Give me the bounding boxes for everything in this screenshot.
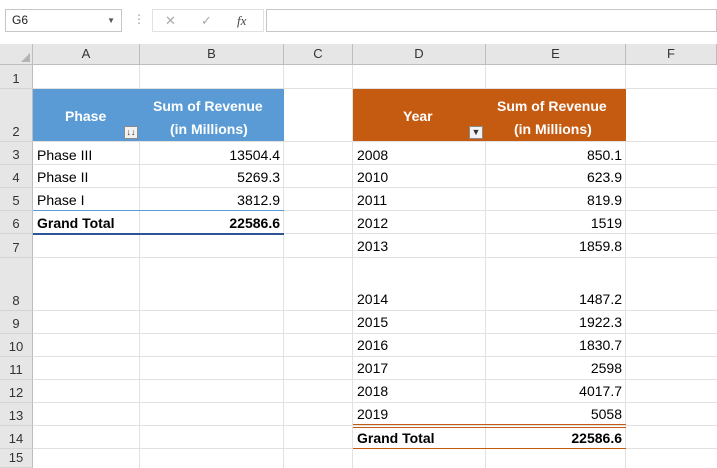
- pivot1-total-value[interactable]: 22586.6: [140, 215, 280, 231]
- row-header-9[interactable]: 9: [0, 311, 33, 334]
- pivot1-row-header[interactable]: Phase: [65, 108, 106, 124]
- pivot2-row-value[interactable]: 623.9: [486, 169, 622, 185]
- pivot2-row-label[interactable]: 2015: [357, 314, 388, 330]
- row-header-2[interactable]: 2: [0, 89, 33, 142]
- gridline: [33, 257, 717, 258]
- pivot1-row-value[interactable]: 13504.4: [140, 147, 280, 163]
- close-icon[interactable]: ✕: [165, 13, 176, 29]
- pivot2-row-value[interactable]: 4017.7: [486, 383, 622, 399]
- check-icon[interactable]: ✓: [201, 13, 212, 29]
- pivot2-row-label[interactable]: 2014: [357, 291, 388, 307]
- pivot2-row-label[interactable]: 2016: [357, 337, 388, 353]
- row-header-12[interactable]: 12: [0, 380, 33, 403]
- select-all-button[interactable]: [0, 44, 33, 65]
- pivot2-row-label[interactable]: 2017: [357, 360, 388, 376]
- pivot2-row-label[interactable]: 2008: [357, 147, 388, 163]
- pivot2-row-value[interactable]: 1830.7: [486, 337, 622, 353]
- column-header-f[interactable]: F: [626, 44, 717, 65]
- row-header-15[interactable]: 15: [0, 449, 33, 468]
- pivot2-row-label[interactable]: 2012: [357, 215, 388, 231]
- row-header-1[interactable]: 1: [0, 65, 33, 89]
- column-header-e[interactable]: E: [486, 44, 626, 65]
- pivot2-total-label[interactable]: Grand Total: [357, 430, 435, 446]
- row-header-5[interactable]: 5: [0, 188, 33, 211]
- row-header-7[interactable]: 7: [0, 234, 33, 258]
- pivot1-row-label[interactable]: Phase I: [37, 192, 84, 208]
- column-header-b[interactable]: B: [140, 44, 284, 65]
- chevron-down-icon[interactable]: ▼: [107, 10, 115, 31]
- row-header-11[interactable]: 11: [0, 357, 33, 380]
- gridline: [33, 187, 717, 188]
- pivot1-row-label[interactable]: Phase II: [37, 169, 88, 185]
- pivot1-row-value[interactable]: 3812.9: [140, 192, 280, 208]
- pivot2-value-header-units: (in Millions): [514, 121, 592, 137]
- pivot2-row-value[interactable]: 2598: [486, 360, 622, 376]
- row-header-4[interactable]: 4: [0, 165, 33, 188]
- dropdown-filter-icon[interactable]: ▼: [469, 126, 483, 139]
- row-header-3[interactable]: 3: [0, 142, 33, 165]
- row-header-8[interactable]: 8: [0, 258, 33, 311]
- formula-bar: G6 ▼ ⋮ ✕ ✓ fx: [0, 0, 717, 44]
- gridline: [33, 333, 717, 334]
- pivot2-total-bottom-border: [353, 448, 626, 449]
- formula-input[interactable]: [266, 9, 717, 32]
- gridline: [33, 141, 717, 142]
- gridline: [33, 164, 717, 165]
- row-header-10[interactable]: 10: [0, 334, 33, 357]
- pivot2-row-value[interactable]: 1922.3: [486, 314, 622, 330]
- pivot2-total-value[interactable]: 22586.6: [486, 430, 622, 446]
- pivot1-value-header: Sum of Revenue: [153, 98, 263, 114]
- insert-function-button[interactable]: fx: [237, 13, 246, 29]
- pivot1-total-top-border: [33, 210, 284, 211]
- gridline: [33, 379, 717, 380]
- formula-bar-separator[interactable]: ⋮: [133, 12, 145, 26]
- row-header-14[interactable]: 14: [0, 426, 33, 449]
- row-header-6[interactable]: 6: [0, 211, 33, 234]
- pivot1-total-bottom-border: [33, 233, 284, 235]
- pivot1-value-header-units: (in Millions): [170, 121, 248, 137]
- pivot2-row-value[interactable]: 5058: [486, 406, 622, 422]
- pivot2-row-label[interactable]: 2010: [357, 169, 388, 185]
- pivot1-total-label[interactable]: Grand Total: [37, 215, 115, 231]
- column-header-d[interactable]: D: [353, 44, 486, 65]
- gridline: [33, 425, 717, 426]
- pivot2-row-label[interactable]: 2013: [357, 238, 388, 254]
- column-header-c[interactable]: C: [284, 44, 353, 65]
- gridline: [33, 402, 717, 403]
- name-box-value: G6: [12, 13, 29, 27]
- pivot2-row-label[interactable]: 2018: [357, 383, 388, 399]
- row-header-13[interactable]: 13: [0, 403, 33, 426]
- pivot1-row-label[interactable]: Phase III: [37, 147, 92, 163]
- pivot2-value-header: Sum of Revenue: [497, 98, 607, 114]
- formula-buttons: ✕ ✓ fx: [152, 9, 264, 32]
- gridline: [33, 310, 717, 311]
- pivot2-row-label[interactable]: 2011: [357, 192, 387, 208]
- pivot2-row-value[interactable]: 1519: [486, 215, 622, 231]
- pivot2-row-value[interactable]: 1487.2: [486, 291, 622, 307]
- gridline: [33, 356, 717, 357]
- pivot2-row-label[interactable]: 2019: [357, 406, 388, 422]
- pivot2-row-header[interactable]: Year: [403, 108, 433, 124]
- pivot1-row-value[interactable]: 5269.3: [140, 169, 280, 185]
- pivot2-total-top-border: [353, 424, 626, 425]
- column-header-a[interactable]: A: [33, 44, 140, 65]
- pivot2-total-top-border-double: [353, 427, 626, 428]
- pivot2-row-value[interactable]: 819.9: [486, 192, 622, 208]
- sort-descending-icon[interactable]: ↓↓: [124, 126, 138, 139]
- name-box[interactable]: G6 ▼: [5, 9, 122, 32]
- pivot2-row-value[interactable]: 850.1: [486, 147, 622, 163]
- pivot2-row-value[interactable]: 1859.8: [486, 238, 622, 254]
